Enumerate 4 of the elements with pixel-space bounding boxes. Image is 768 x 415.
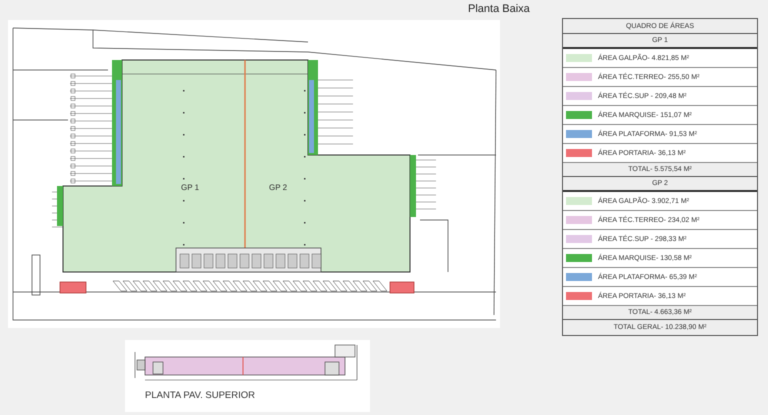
- area-label: GP 1: [181, 183, 200, 192]
- area-label: GP 2: [269, 183, 288, 192]
- plan-caption: PLANTA PAV. SUPERIOR: [145, 390, 256, 401]
- plan-title: Planta Baixa: [468, 3, 530, 15]
